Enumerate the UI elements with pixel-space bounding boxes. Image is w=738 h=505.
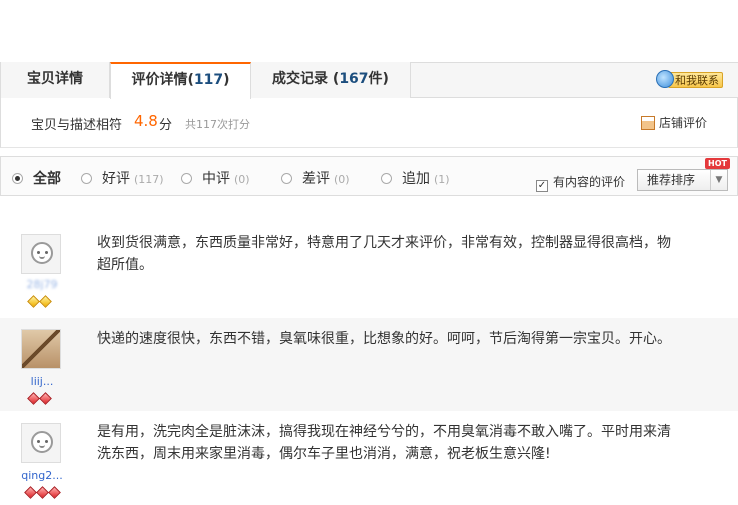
filter-good-count: (117) xyxy=(134,173,164,186)
tab-item-detail[interactable]: 宝贝详情 xyxy=(0,62,110,98)
has-content-label: 有内容的评价 xyxy=(553,175,626,189)
filter-neutral[interactable]: 中评 (0) xyxy=(181,168,250,188)
buyer-level-badge xyxy=(27,295,63,308)
filter-all[interactable]: 全部 xyxy=(12,168,61,188)
radio-icon xyxy=(81,173,92,184)
tab-reviews-close: ) xyxy=(223,72,230,88)
stairs-avatar-icon xyxy=(22,330,60,368)
buyer-level-badge xyxy=(27,392,63,405)
filter-append-count: (1) xyxy=(434,173,450,186)
diamond-icon xyxy=(27,295,40,308)
filter-neutral-label: 中评 xyxy=(202,171,230,187)
filter-bad-count: (0) xyxy=(334,173,350,186)
reviewer-name[interactable]: qing2... xyxy=(21,469,63,482)
default-avatar-icon xyxy=(31,242,53,264)
buyer-level-badge xyxy=(24,486,63,499)
tab-bar: 宝贝详情 评价详情(117) 成交记录 (167件) 和我联系 xyxy=(0,62,738,99)
tab-records-close: 件) xyxy=(368,71,389,87)
checkmark-icon: ✓ xyxy=(536,180,548,192)
contact-label: 和我联系 xyxy=(668,72,723,88)
default-avatar-icon xyxy=(31,431,53,453)
review-item: liij... 快递的速度很快，东西不错，臭氧味很重，比想象的好。呵呵，节后淘得… xyxy=(0,318,738,411)
tab-reviews-count: 117 xyxy=(193,72,224,88)
filter-append[interactable]: 追加 (1) xyxy=(381,168,450,188)
reviewer-name[interactable]: 28j79 xyxy=(21,278,63,291)
review-text: 收到货很满意，东西质量非常好，特意用了几天才来评价，非常有效，控制器显得很高档，… xyxy=(97,235,671,273)
review-filter-bar: 全部 好评 (117) 中评 (0) 差评 (0) 追加 (1) ✓ 有内容的评价 推荐排… xyxy=(0,156,738,196)
chevron-down-icon: ▼ xyxy=(710,170,727,190)
diamond-icon xyxy=(36,486,49,499)
rating-total: 共117次打分 xyxy=(185,118,250,131)
filter-all-label: 全部 xyxy=(33,171,61,187)
avatar[interactable] xyxy=(21,329,61,369)
filter-bad-label: 差评 xyxy=(302,171,330,187)
hot-badge: HOT xyxy=(705,158,730,169)
sort-dropdown[interactable]: 推荐排序 ▼ xyxy=(637,169,728,191)
filter-append-label: 追加 xyxy=(402,171,430,187)
reviewer-name[interactable]: liij... xyxy=(21,375,63,388)
radio-icon xyxy=(181,173,192,184)
tab-reviews[interactable]: 评价详情(117) xyxy=(110,62,251,99)
radio-icon xyxy=(12,173,23,184)
contact-seller-button[interactable]: 和我联系 xyxy=(656,70,724,90)
review-text: 是有用，洗完肉全是脏沫沫，搞得我现在神经兮兮的，不用臭氧消毒不敢入嘴了。平时用来… xyxy=(97,424,671,462)
tab-reviews-label: 评价详情( xyxy=(131,72,194,88)
tab-records-label: 成交记录 ( xyxy=(272,71,340,87)
filter-bad[interactable]: 差评 (0) xyxy=(281,168,350,188)
rating-unit: 分 xyxy=(159,118,173,133)
shop-review-link[interactable]: 店铺评价 xyxy=(640,114,707,131)
has-content-checkbox[interactable]: ✓ 有内容的评价 xyxy=(536,173,625,192)
diamond-icon xyxy=(39,392,52,405)
shop-icon xyxy=(640,116,655,130)
radio-icon xyxy=(381,173,392,184)
filter-good[interactable]: 好评 (117) xyxy=(81,168,164,188)
rating-summary: 宝贝与描述相符 4.8 分 共117次打分 店铺评价 xyxy=(0,98,738,148)
rating-label: 宝贝与描述相符 xyxy=(31,118,123,133)
filter-neutral-count: (0) xyxy=(234,173,250,186)
tab-records[interactable]: 成交记录 (167件) xyxy=(251,62,411,98)
avatar[interactable] xyxy=(21,423,61,463)
shop-review-label: 店铺评价 xyxy=(658,116,707,130)
radio-icon xyxy=(281,173,292,184)
chat-icon xyxy=(656,70,674,88)
diamond-icon xyxy=(48,486,61,499)
sort-label: 推荐排序 xyxy=(647,173,696,187)
filter-good-label: 好评 xyxy=(102,171,130,187)
review-item: qing2... 是有用，洗完肉全是脏沫沫，搞得我现在神经兮兮的，不用臭氧消毒不… xyxy=(0,411,738,505)
avatar[interactable] xyxy=(21,234,61,274)
tab-records-count: 167 xyxy=(339,71,369,87)
review-text: 快递的速度很快，东西不错，臭氧味很重，比想象的好。呵呵，节后淘得第一宗宝贝。开心… xyxy=(97,331,671,347)
tab-item-detail-label: 宝贝详情 xyxy=(27,71,83,87)
rating-value: 4.8 xyxy=(134,112,158,130)
diamond-icon xyxy=(27,392,40,405)
review-item: 28j79 收到货很满意，东西质量非常好，特意用了几天才来评价，非常有效，控制器… xyxy=(0,210,738,318)
diamond-icon xyxy=(39,295,52,308)
diamond-icon xyxy=(24,486,37,499)
